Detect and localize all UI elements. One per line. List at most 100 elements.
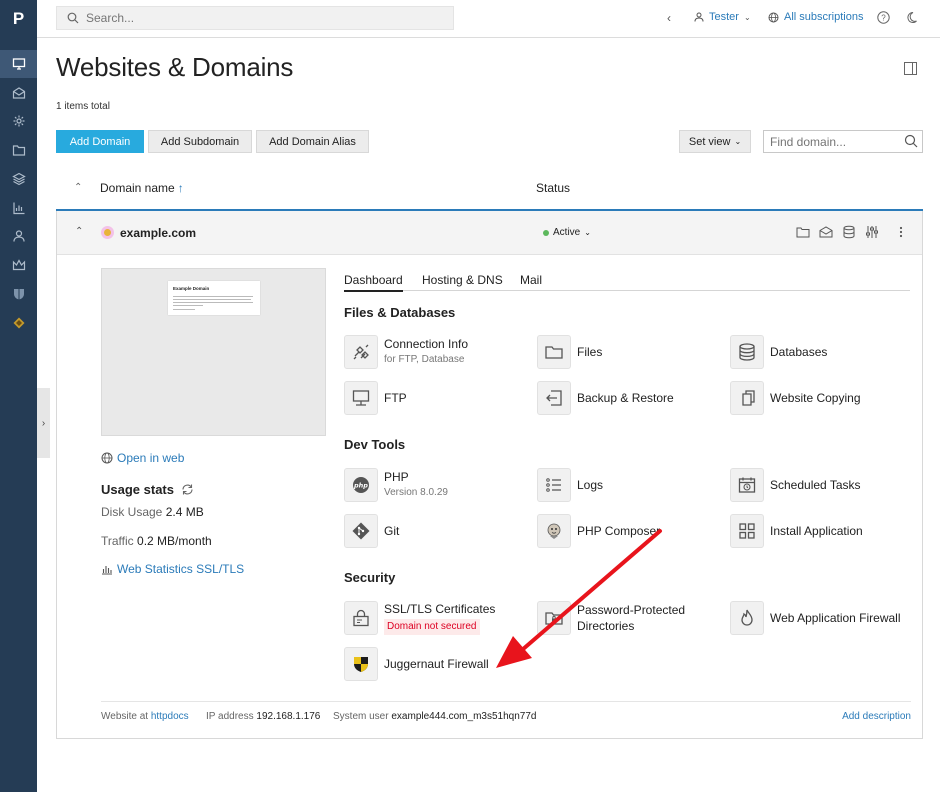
tool-name: Install Application (770, 524, 863, 538)
folder-lock-icon (545, 612, 563, 625)
shield-icon[interactable] (0, 280, 37, 308)
tab-mail[interactable]: Mail (520, 273, 542, 287)
add-domain-button[interactable]: Add Domain (56, 130, 144, 153)
ssl-warning-badge: Domain not secured (384, 619, 480, 635)
user-menu[interactable]: Tester ⌄ (694, 11, 751, 23)
chevron-down-icon: ⌄ (743, 12, 751, 22)
tool-databases[interactable]: Databases (730, 335, 827, 369)
document-root-link[interactable]: httpdocs (151, 711, 189, 722)
add-subdomain-button[interactable]: Add Subdomain (148, 130, 252, 153)
tool-icon-box (730, 514, 764, 548)
tool-web-application-firewall[interactable]: Web Application Firewall (730, 601, 901, 635)
domain-quick-actions (796, 225, 908, 239)
sidebar-expand-button[interactable]: › (37, 388, 50, 458)
tool-name: Scheduled Tasks (770, 478, 861, 492)
chart-icon[interactable] (0, 194, 37, 222)
tool-install-application[interactable]: Install Application (730, 514, 863, 548)
database-icon (739, 343, 755, 361)
tool-connection-info[interactable]: Connection Info for FTP, Database (344, 335, 468, 369)
search-icon[interactable] (904, 134, 918, 148)
tool-name: Web Application Firewall (770, 611, 901, 625)
set-view-label: Set view (688, 135, 731, 148)
bar-chart-icon (102, 566, 112, 575)
add-domain-alias-button[interactable]: Add Domain Alias (256, 130, 369, 153)
add-description-link[interactable]: Add description (842, 711, 911, 722)
subscriptions-label: All subscriptions (784, 11, 864, 23)
folder-icon (545, 346, 563, 359)
domain-tabs: Dashboard Hosting & DNS Mail (344, 271, 910, 292)
database-icon[interactable] (842, 225, 856, 239)
tool-juggernaut-firewall[interactable]: Juggernaut Firewall (344, 647, 489, 681)
tool-password-protected-directories[interactable]: Password-Protected Directories (537, 601, 697, 635)
folder-icon[interactable] (796, 225, 810, 239)
tool-icon-box (344, 335, 378, 369)
tool-icon-box (537, 514, 571, 548)
tool-icon-box (537, 381, 571, 415)
tool-files[interactable]: Files (537, 335, 602, 369)
web-statistics-link[interactable]: Web Statistics SSL/TLS (101, 562, 244, 576)
tool-icon-box (730, 468, 764, 502)
preview-line (173, 299, 251, 300)
backup-icon (546, 390, 562, 406)
calendar-clock-icon (738, 477, 756, 493)
tool-ssl-certificates[interactable]: SSL/TLS Certificates Domain not secured (344, 601, 495, 635)
site-preview-page: Example Domain (168, 281, 260, 315)
crown-icon[interactable] (0, 251, 37, 279)
folder-icon[interactable] (0, 136, 37, 164)
domain-name[interactable]: example.com (120, 226, 196, 240)
side-panel-toggle-icon[interactable] (904, 62, 917, 75)
tool-git[interactable]: Git (344, 514, 399, 548)
tool-backup-restore[interactable]: Backup & Restore (537, 381, 674, 415)
tool-website-copying[interactable]: Website Copying (730, 381, 861, 415)
tool-icon-box (344, 514, 378, 548)
section-security: Security (344, 570, 396, 585)
status-dropdown[interactable]: Active ⌄ (543, 227, 591, 238)
find-domain-input[interactable] (770, 134, 900, 149)
tool-name: Git (384, 524, 400, 538)
traffic-label: Traffic (101, 534, 134, 548)
domain-row: ⌃ example.com Active ⌄ (57, 211, 922, 255)
tool-name: Files (577, 345, 603, 359)
chevron-down-icon: ⌄ (734, 137, 742, 146)
web-statistics-label: Web Statistics SSL/TLS (117, 562, 245, 576)
subscriptions-menu[interactable]: All subscriptions (768, 11, 863, 23)
user-icon[interactable] (0, 222, 37, 250)
plesk-logo[interactable]: P (0, 0, 37, 37)
column-domain-name[interactable]: Domain name ↑ (100, 181, 184, 195)
tool-php[interactable]: php PHP Version 8.0.29 (344, 468, 448, 502)
tab-dashboard[interactable]: Dashboard (344, 273, 403, 292)
tool-icon-box (730, 381, 764, 415)
open-in-web-link[interactable]: Open in web (101, 451, 184, 465)
tool-php-composer[interactable]: PHP Composer (537, 514, 660, 548)
traffic-value: 0.2 MB/month (137, 534, 212, 548)
mail-icon[interactable] (0, 79, 37, 107)
status-dot-icon (543, 229, 549, 236)
tool-name: Databases (770, 345, 828, 359)
layers-icon[interactable] (0, 165, 37, 193)
logs-icon (546, 478, 561, 492)
settings-sliders-icon[interactable] (865, 225, 879, 239)
collapse-all-icon[interactable]: ⌃ (74, 182, 82, 193)
more-icon[interactable] (894, 225, 908, 239)
dark-mode-icon[interactable] (905, 11, 918, 24)
site-preview[interactable]: Example Domain (101, 268, 326, 436)
global-search (56, 6, 454, 30)
set-view-button[interactable]: Set view ⌄ (679, 130, 751, 153)
search-input[interactable] (86, 11, 426, 25)
mail-icon[interactable] (819, 225, 833, 239)
collapse-icon[interactable]: ⌃ (75, 226, 83, 237)
tool-name: PHP (384, 470, 409, 484)
sidebar: P (0, 0, 37, 792)
monitor-icon[interactable] (0, 50, 37, 78)
tab-hosting-dns[interactable]: Hosting & DNS (422, 273, 503, 287)
refresh-icon[interactable] (181, 483, 194, 496)
tool-logs[interactable]: Logs (537, 468, 603, 502)
certificate-lock-icon (353, 609, 369, 627)
tool-scheduled-tasks[interactable]: Scheduled Tasks (730, 468, 861, 502)
help-icon[interactable]: ? (877, 11, 890, 24)
extension-icon[interactable] (0, 309, 37, 337)
gear-icon[interactable] (0, 107, 37, 135)
back-chevron-icon[interactable]: ‹ (667, 11, 671, 25)
ip-address: IP address 192.168.1.176 (206, 711, 320, 722)
tool-ftp[interactable]: FTP (344, 381, 407, 415)
